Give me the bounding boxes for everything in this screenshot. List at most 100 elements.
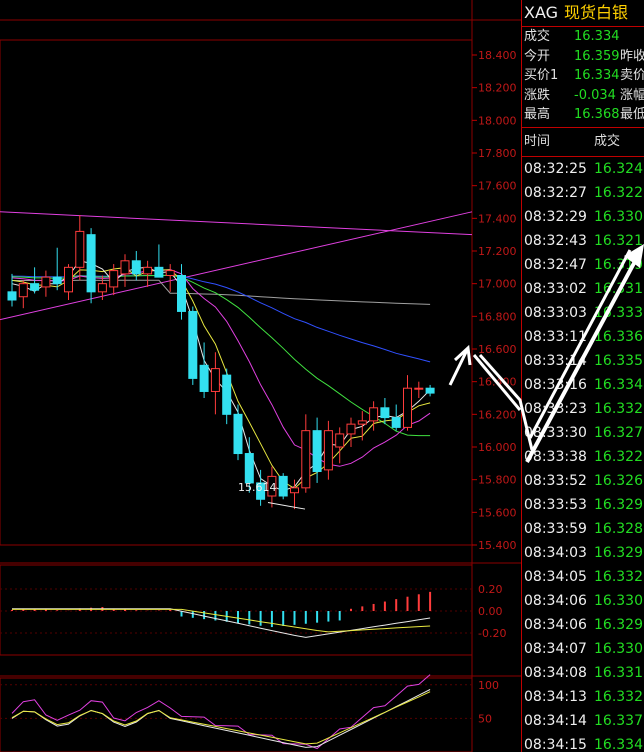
tick-price: 16.337 bbox=[594, 712, 643, 729]
tick-row: 08:33:16 16.334 bbox=[522, 373, 644, 397]
quote-value: 16.368 bbox=[574, 107, 620, 122]
tick-time: 08:33:16 bbox=[524, 376, 587, 393]
y-tick-label: 16.200 bbox=[478, 408, 517, 421]
y-tick-label: 18.000 bbox=[478, 114, 517, 127]
macd-y-tick-label: 0.20 bbox=[478, 583, 503, 596]
tick-price: 16.335 bbox=[594, 352, 643, 369]
tick-header: 时间 成交 bbox=[522, 128, 644, 157]
ma-line-white bbox=[11, 260, 431, 492]
kdj-j-line bbox=[11, 674, 431, 750]
candle-body bbox=[425, 387, 435, 394]
candle-body bbox=[143, 266, 153, 275]
symbol-code: XAG bbox=[524, 3, 559, 22]
quote-rows: 成交 16.334 今开 16.359昨收 买价1 16.334卖价 涨跌 -0.034 涨幅最… bbox=[522, 27, 644, 125]
tick-time: 08:34:08 bbox=[524, 664, 587, 681]
quote-value: -0.034 bbox=[574, 87, 616, 103]
chart-area[interactable]: 18.400 18.200 18.000 17.800 17.600 17.400 17.2… bbox=[0, 0, 521, 752]
y-tick-label: 15.600 bbox=[478, 506, 517, 519]
annotation-arrow bbox=[448, 344, 472, 386]
ma-line-magenta bbox=[11, 268, 431, 467]
tick-time: 08:33:30 bbox=[524, 424, 587, 441]
tick-header-price: 成交 bbox=[594, 133, 621, 149]
kdj-y-tick-label: 100 bbox=[478, 679, 499, 692]
tick-row: 08:32:47 16.319 bbox=[522, 253, 644, 277]
tick-row: 08:33:14 16.335 bbox=[522, 349, 644, 373]
candle-body bbox=[41, 276, 51, 288]
quote-panel: XAG 现货白银 成交 16.334 今开 16.359昨收 买价1 16.334卖价 涨跌 -… bbox=[521, 0, 644, 752]
tick-price: 16.334 bbox=[594, 736, 643, 752]
candle-body bbox=[301, 430, 311, 489]
candle-body bbox=[335, 433, 345, 448]
tick-time: 08:33:11 bbox=[524, 328, 587, 345]
macd-y-tick-label: -0.20 bbox=[478, 627, 506, 640]
tick-row: 08:32:29 16.330 bbox=[522, 205, 644, 229]
quote-extra-label: 最低 bbox=[620, 107, 644, 122]
candle-body bbox=[188, 310, 198, 379]
panel-frame bbox=[0, 39, 473, 546]
tick-time: 08:33:23 bbox=[524, 400, 587, 417]
candle-body bbox=[199, 364, 209, 392]
tick-price: 16.329 bbox=[594, 616, 643, 633]
ma-line-green bbox=[11, 274, 431, 437]
candle-body bbox=[64, 266, 73, 293]
tick-time: 08:33:59 bbox=[524, 520, 587, 537]
candle-body bbox=[86, 234, 96, 293]
candle-body bbox=[177, 275, 186, 312]
tick-row: 08:34:03 16.329 bbox=[522, 541, 644, 565]
quote-value: 16.359 bbox=[574, 48, 620, 64]
tick-price: 16.329 bbox=[594, 496, 643, 513]
tick-time: 08:34:07 bbox=[524, 640, 587, 657]
candle-body bbox=[30, 283, 40, 291]
candle-body bbox=[154, 266, 164, 278]
y-tick-label: 16.600 bbox=[478, 343, 517, 356]
candle-body bbox=[52, 276, 62, 285]
quote-row: 成交 16.334 bbox=[522, 27, 644, 47]
tick-price: 16.322 bbox=[594, 184, 643, 201]
tick-row: 08:34:08 16.331 bbox=[522, 661, 644, 685]
tick-time: 08:32:27 bbox=[524, 184, 587, 201]
tick-row: 08:32:43 16.321 bbox=[522, 229, 644, 253]
trend-line bbox=[0, 211, 473, 236]
candle-body bbox=[233, 413, 243, 455]
candle-body bbox=[346, 423, 356, 435]
tick-row: 08:34:07 16.330 bbox=[522, 637, 644, 661]
quote-row: 最高 16.368最低 bbox=[522, 105, 644, 125]
candle-body bbox=[210, 368, 220, 392]
tick-price: 16.333 bbox=[594, 304, 643, 321]
tick-price: 16.319 bbox=[594, 256, 643, 273]
candle-body bbox=[165, 270, 175, 277]
tick-time: 08:34:06 bbox=[524, 616, 587, 633]
macd-y-tick-label: 0.00 bbox=[478, 605, 503, 618]
tick-time: 08:32:47 bbox=[524, 256, 587, 273]
quote-extra-label: 昨收 bbox=[620, 48, 644, 64]
tick-row: 08:33:30 16.327 bbox=[522, 421, 644, 445]
y-tick-label: 17.200 bbox=[478, 245, 517, 258]
tick-list[interactable]: 08:32:25 16.324 08:32:27 16.322 08:32:29 16.3… bbox=[522, 157, 644, 752]
low-marker-line bbox=[267, 502, 306, 510]
tick-row: 08:34:06 16.330 bbox=[522, 589, 644, 613]
candle-body bbox=[75, 230, 85, 268]
tick-price: 16.332 bbox=[594, 568, 643, 585]
quote-label: 成交 bbox=[524, 29, 551, 44]
tick-row: 08:33:11 16.336 bbox=[522, 325, 644, 349]
y-tick-label: 17.400 bbox=[478, 212, 517, 225]
y-tick-label: 18.200 bbox=[478, 82, 517, 95]
tick-price: 16.329 bbox=[594, 544, 643, 561]
tick-price: 16.332 bbox=[594, 400, 643, 417]
tick-time: 08:32:29 bbox=[524, 208, 587, 225]
tick-time: 08:33:38 bbox=[524, 448, 587, 465]
panel-frame bbox=[0, 564, 473, 656]
candle-body bbox=[414, 387, 424, 390]
tick-time: 08:33:53 bbox=[524, 496, 587, 513]
tick-row: 08:33:03 16.333 bbox=[522, 301, 644, 325]
quote-label: 今开 bbox=[524, 48, 551, 64]
y-tick-label: 16.000 bbox=[478, 441, 517, 454]
quote-extra-label: 卖价 bbox=[620, 68, 644, 83]
candle-body bbox=[391, 417, 401, 428]
tick-time: 08:34:13 bbox=[524, 688, 587, 705]
tick-time: 08:33:52 bbox=[524, 472, 587, 489]
y-tick-label: 15.400 bbox=[478, 539, 517, 552]
y-tick-label: 16.800 bbox=[478, 310, 517, 323]
tick-time: 08:34:05 bbox=[524, 568, 587, 585]
tick-row: 08:32:25 16.324 bbox=[522, 157, 644, 181]
